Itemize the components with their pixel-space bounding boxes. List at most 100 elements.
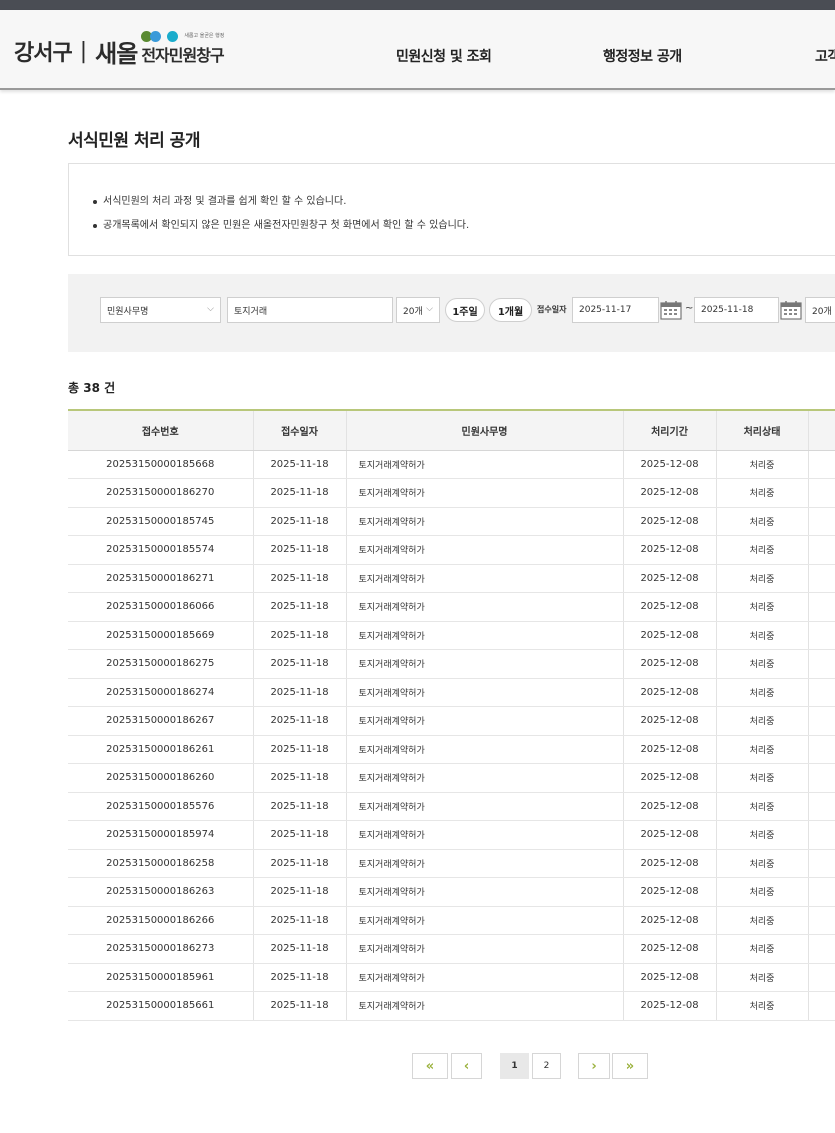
table-row[interactable]: 20253150000185974 2025-11-18 토지거래계약허가 2025-… (68, 820, 835, 850)
cell-process-period: 2025-12-08 (623, 592, 717, 622)
table-row[interactable]: 20253150000186271 2025-11-18 토지거래계약허가 2025-… (68, 564, 835, 593)
table-row[interactable]: 20253150000185669 2025-11-18 토지거래계약허가 2025-… (68, 621, 835, 650)
cell-receipt-no: 20253150000185745 (68, 507, 254, 536)
table-row[interactable]: 20253150000186270 2025-11-18 토지거래계약허가 2025-… (68, 478, 835, 508)
calendar-icon[interactable] (780, 300, 802, 320)
cell-process-status: 처리중 (716, 678, 809, 707)
nav-admin-info[interactable]: 행정정보 공개 (603, 46, 682, 66)
table-row[interactable]: 20253150000185961 2025-11-18 토지거래계약허가 2025-… (68, 963, 835, 992)
cell-process-period: 2025-12-08 (623, 763, 717, 793)
table-body: 20253150000185668 2025-11-18 토지거래계약허가 2025-… (68, 450, 835, 1021)
table-row[interactable]: 20253150000185745 2025-11-18 토지거래계약허가 2025-… (68, 507, 835, 536)
logo-dots-icon: 새롭고 올곧은 행정 (141, 30, 224, 42)
table-row[interactable]: 20253150000185576 2025-11-18 토지거래계약허가 2025-… (68, 792, 835, 821)
date-to-input[interactable]: 2025-11-18 (694, 297, 779, 323)
cell-receipt-no: 20253150000186266 (68, 906, 254, 935)
table-row[interactable]: 20253150000186260 2025-11-18 토지거래계약허가 2025-… (68, 763, 835, 793)
cell-receipt-no: 20253150000186271 (68, 564, 254, 593)
cell-process-status: 처리중 (716, 963, 809, 992)
col-receipt-no: 접수번호 (68, 409, 254, 451)
cell-process-status: 처리중 (716, 592, 809, 622)
cell-process-period: 2025-12-08 (623, 877, 717, 907)
cell-receipt-no: 20253150000186270 (68, 478, 254, 508)
cell-receipt-no: 20253150000186066 (68, 592, 254, 622)
pager-first-button[interactable]: « (412, 1053, 448, 1079)
site-logo[interactable]: 강서구 | 새올 새롭고 올곧은 행정 전자민원창구 (14, 26, 225, 76)
search-field-select[interactable]: 민원사무명 ⌵ (100, 297, 221, 323)
cell-process-period: 2025-12-08 (623, 535, 717, 565)
cell-affair-name: 토지거래계약허가 (346, 934, 624, 964)
cell-affair-name: 토지거래계약허가 (346, 535, 624, 565)
cell-extra (808, 507, 835, 536)
table-row[interactable]: 20253150000185574 2025-11-18 토지거래계약허가 2025-… (68, 535, 835, 565)
logo-district: 강서구 (14, 41, 73, 66)
cell-receipt-date: 2025-11-18 (253, 564, 347, 593)
table-row[interactable]: 20253150000186266 2025-11-18 토지거래계약허가 2025-… (68, 906, 835, 935)
cell-receipt-no: 20253150000186260 (68, 763, 254, 793)
cell-affair-name: 토지거래계약허가 (346, 849, 624, 878)
table-row[interactable]: 20253150000186267 2025-11-18 토지거래계약허가 2025-… (68, 706, 835, 736)
logo-service-block: 새롭고 올곧은 행정 전자민원창구 (141, 30, 225, 66)
nav-customer[interactable]: 고객 (815, 46, 835, 66)
chevron-down-icon: ⌵ (426, 304, 433, 314)
cell-receipt-no: 20253150000185574 (68, 535, 254, 565)
cell-receipt-no: 20253150000186263 (68, 877, 254, 907)
chevron-down-icon: ⌵ (207, 304, 214, 314)
one-week-button[interactable]: 1주일 (445, 298, 485, 322)
cell-process-status: 처리중 (716, 792, 809, 821)
cell-process-period: 2025-12-08 (623, 507, 717, 536)
logo-brand: 새올 (95, 39, 138, 68)
cell-receipt-date: 2025-11-18 (253, 849, 347, 878)
cell-affair-name: 토지거래계약허가 (346, 592, 624, 622)
table-row[interactable]: 20253150000186263 2025-11-18 토지거래계약허가 2025-… (68, 877, 835, 907)
cell-process-status: 처리중 (716, 535, 809, 565)
pager-last-button[interactable]: » (612, 1053, 648, 1079)
cell-receipt-no: 20253150000186273 (68, 934, 254, 964)
cell-process-status: 처리중 (716, 820, 809, 850)
logo-separator: | (79, 38, 88, 64)
pager-prev-button[interactable]: ‹ (451, 1053, 482, 1079)
table-row[interactable]: 20253150000186274 2025-11-18 토지거래계약허가 2025-… (68, 678, 835, 707)
table-row[interactable]: 20253150000186273 2025-11-18 토지거래계약허가 2025-… (68, 934, 835, 964)
cell-extra (808, 621, 835, 650)
cell-process-period: 2025-12-08 (623, 906, 717, 935)
table-row[interactable]: 20253150000185661 2025-11-18 토지거래계약허가 2025-… (68, 991, 835, 1021)
cell-receipt-no: 20253150000185576 (68, 792, 254, 821)
cell-affair-name: 토지거래계약허가 (346, 820, 624, 850)
cell-receipt-no: 20253150000186267 (68, 706, 254, 736)
results-table: 접수번호 접수일자 민원사무명 처리기간 처리상태 20253150000185… (68, 409, 835, 1021)
table-row[interactable]: 20253150000186275 2025-11-18 토지거래계약허가 2025-… (68, 649, 835, 679)
cell-extra (808, 877, 835, 907)
cell-process-status: 처리중 (716, 763, 809, 793)
cell-extra (808, 849, 835, 878)
table-row[interactable]: 20253150000186258 2025-11-18 토지거래계약허가 2025-… (68, 849, 835, 878)
col-process-status: 처리상태 (716, 409, 809, 451)
search-keyword-input[interactable]: 토지거래 (227, 297, 393, 323)
pager-page-1[interactable]: 1 (500, 1053, 529, 1079)
cell-process-period: 2025-12-08 (623, 621, 717, 650)
table-row[interactable]: 20253150000186066 2025-11-18 토지거래계약허가 2025-… (68, 592, 835, 622)
pager-next-button[interactable]: › (578, 1053, 610, 1079)
cell-process-status: 처리중 (716, 849, 809, 878)
cell-receipt-date: 2025-11-18 (253, 991, 347, 1021)
total-count: 총 38 건 (68, 381, 116, 395)
cell-process-period: 2025-12-08 (623, 678, 717, 707)
pager-page-2[interactable]: 2 (532, 1053, 561, 1079)
table-row[interactable]: 20253150000185668 2025-11-18 토지거래계약허가 2025-… (68, 450, 835, 479)
calendar-icon[interactable] (660, 300, 682, 320)
cell-receipt-no: 20253150000186261 (68, 735, 254, 764)
cell-receipt-date: 2025-11-18 (253, 934, 347, 964)
date-from-input[interactable]: 2025-11-17 (572, 297, 659, 323)
cell-receipt-date: 2025-11-18 (253, 478, 347, 508)
cell-receipt-date: 2025-11-18 (253, 535, 347, 565)
one-month-button[interactable]: 1개월 (489, 298, 532, 322)
cell-process-period: 2025-12-08 (623, 649, 717, 679)
cell-extra (808, 649, 835, 679)
cell-process-status: 처리중 (716, 450, 809, 479)
cell-receipt-no: 20253150000185669 (68, 621, 254, 650)
nav-civil-request[interactable]: 민원신청 및 조회 (396, 46, 492, 66)
page-size-select[interactable]: 20개 (805, 297, 835, 323)
cell-affair-name: 토지거래계약허가 (346, 706, 624, 736)
table-row[interactable]: 20253150000186261 2025-11-18 토지거래계약허가 2025-… (68, 735, 835, 764)
count-select[interactable]: 20개 ⌵ (396, 297, 440, 323)
